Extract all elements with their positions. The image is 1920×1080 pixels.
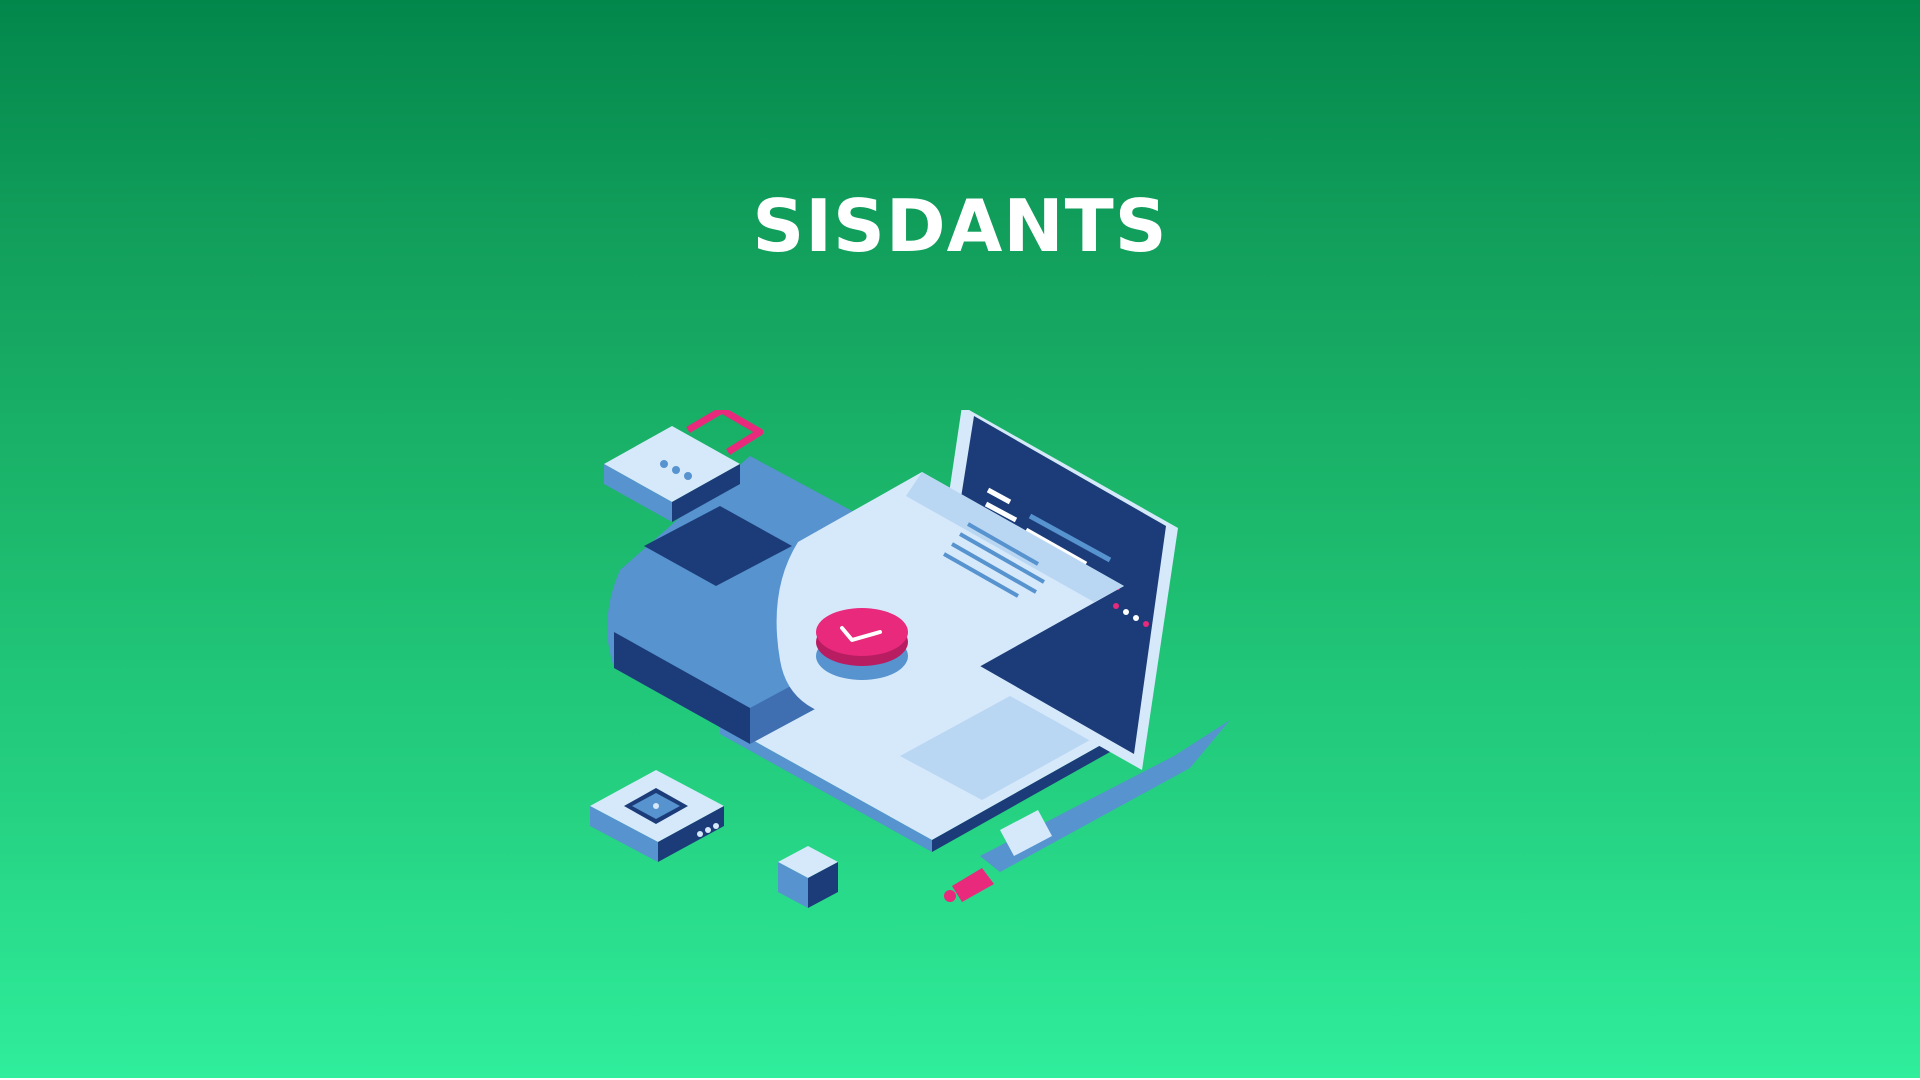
- router-device-icon: [590, 770, 724, 862]
- check-stamp-icon: [816, 608, 908, 680]
- cube-icon: [778, 846, 838, 908]
- banner-title: SISDANTS: [752, 184, 1168, 268]
- document-approval-illustration: [590, 410, 1230, 908]
- hero-banner: SISDANTS: [0, 0, 1920, 1080]
